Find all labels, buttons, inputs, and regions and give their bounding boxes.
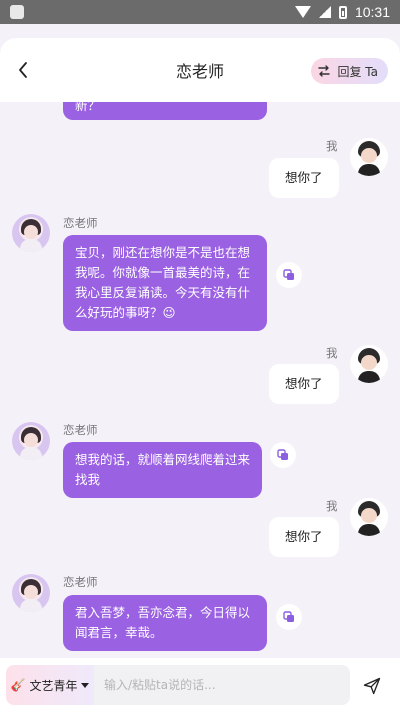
sender-name: 我 xyxy=(326,139,338,153)
reply-ta-button[interactable]: 回复 Ta xyxy=(311,58,388,84)
status-time: 10:31 xyxy=(354,4,390,20)
user-message-bubble[interactable]: 想你了 xyxy=(269,158,339,198)
sender-name: 我 xyxy=(326,499,338,513)
input-bar: 🎸 文艺青年 xyxy=(0,658,400,712)
wifi-icon xyxy=(294,6,311,18)
copy-button[interactable] xyxy=(270,442,296,468)
sender-name: 恋老师 xyxy=(63,575,98,589)
message-text: 想你了 xyxy=(285,170,323,185)
sender-name: 恋老师 xyxy=(63,216,98,230)
ai-message-bubble[interactable]: 君入吾梦，吾亦念君，今日得以闻君言，幸哉。 xyxy=(63,595,267,651)
copy-icon xyxy=(283,611,294,622)
signal-icon xyxy=(318,6,331,18)
ai-avatar[interactable] xyxy=(12,574,50,612)
caret-down-icon xyxy=(81,682,90,688)
back-button[interactable] xyxy=(12,58,34,82)
guitar-icon: 🎸 xyxy=(10,678,26,692)
ai-avatar[interactable] xyxy=(12,214,50,252)
chevron-left-icon xyxy=(19,62,27,78)
style-dropdown[interactable]: 🎸 文艺青年 xyxy=(6,665,94,705)
user-avatar[interactable] xyxy=(350,498,388,536)
message-text: 想你了 xyxy=(285,529,323,544)
swap-icon xyxy=(318,65,331,77)
message-text: 想你了 xyxy=(285,376,323,391)
ai-avatar[interactable] xyxy=(12,422,50,460)
battery-icon xyxy=(338,5,347,19)
sender-name: 恋老师 xyxy=(63,423,98,437)
message-text: 想我的话，就顺着网线爬着过来找我 xyxy=(75,452,251,487)
reply-ta-label: 回复 Ta xyxy=(337,64,378,79)
message-input[interactable] xyxy=(94,665,350,705)
copy-icon xyxy=(283,269,294,280)
user-message-bubble[interactable]: 想你了 xyxy=(269,364,339,404)
copy-button[interactable] xyxy=(276,604,302,630)
user-message-bubble[interactable]: 想你了 xyxy=(269,517,339,557)
notification-icon xyxy=(10,5,24,19)
status-icons: 10:31 xyxy=(294,4,390,20)
chat-sheet: 新？ 我 想你了 恋老师 宝贝，刚还在想你是不是也在想我呢。你就像一首最美的诗，… xyxy=(0,38,400,712)
copy-icon xyxy=(277,449,288,460)
style-label: 文艺青年 xyxy=(29,678,78,693)
status-bar: 10:31 xyxy=(0,0,400,24)
message-text: 宝贝，刚还在想你是不是也在想我呢。你就像一首最美的诗，在我心里反复诵读。今天有没… xyxy=(75,245,251,320)
ai-message-bubble[interactable]: 宝贝，刚还在想你是不是也在想我呢。你就像一首最美的诗，在我心里反复诵读。今天有没… xyxy=(63,235,267,331)
message-text: 君入吾梦，吾亦念君，今日得以闻君言，幸哉。 xyxy=(75,605,251,640)
user-avatar[interactable] xyxy=(350,138,388,176)
user-avatar[interactable] xyxy=(350,345,388,383)
chat-list[interactable]: 新？ 我 想你了 恋老师 宝贝，刚还在想你是不是也在想我呢。你就像一首最美的诗，… xyxy=(0,38,400,712)
send-icon xyxy=(363,677,381,695)
ai-message-bubble[interactable]: 想我的话，就顺着网线爬着过来找我 xyxy=(63,442,262,498)
top-bar: 恋老师 回复 Ta xyxy=(0,38,400,102)
send-button[interactable] xyxy=(360,674,384,698)
sender-name: 我 xyxy=(326,346,338,360)
page-title: 恋老师 xyxy=(175,62,224,81)
copy-button[interactable] xyxy=(276,262,302,288)
